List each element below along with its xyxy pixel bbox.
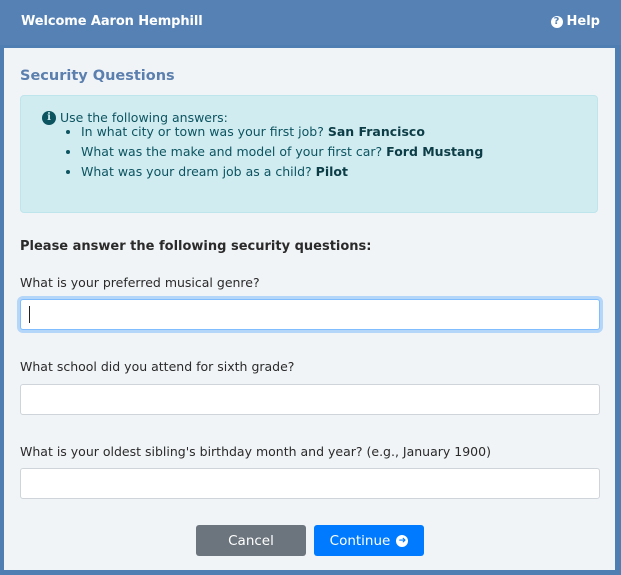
list-item: In what city or town was your first job?… (81, 122, 483, 142)
question-label-1: What is your preferred musical genre? (20, 275, 260, 290)
form-prompt: Please answer the following security que… (20, 239, 372, 254)
question-label-2: What school did you attend for sixth gra… (20, 359, 295, 374)
welcome-title: Welcome Aaron Hemphill (21, 14, 203, 29)
info-circle-icon: i (42, 110, 56, 125)
section-title: Security Questions (20, 68, 175, 84)
cancel-label: Cancel (228, 532, 274, 549)
answer-list: In what city or town was your first job?… (65, 122, 483, 182)
dialog-frame: Welcome Aaron Hemphill ? Help Security Q… (0, 0, 621, 575)
help-label: Help (566, 14, 600, 29)
answer-input-3[interactable] (20, 468, 600, 499)
help-link[interactable]: ? Help (550, 14, 600, 29)
continue-button[interactable]: Continue ➜ (314, 525, 424, 556)
answer-input-1[interactable] (20, 299, 600, 330)
info-alert: i Use the following answers: In what cit… (20, 95, 598, 213)
answer-input-2[interactable] (20, 384, 600, 415)
dialog-body: Security Questions i Use the following a… (4, 48, 615, 570)
hint-question: In what city or town was your first job? (81, 124, 324, 139)
hint-answer: Ford Mustang (386, 144, 484, 159)
dialog-header: Welcome Aaron Hemphill ? Help (0, 0, 621, 45)
question-circle-icon: ? (550, 15, 563, 28)
hint-question: What was the make and model of your firs… (81, 144, 383, 159)
list-item: What was the make and model of your firs… (81, 142, 483, 162)
text-caret (29, 306, 30, 323)
arrow-circle-right-icon: ➜ (396, 534, 409, 547)
hint-question: What was your dream job as a child? (81, 164, 312, 179)
hint-answer: Pilot (315, 164, 348, 179)
hint-answer: San Francisco (327, 124, 425, 139)
list-item: What was your dream job as a child? Pilo… (81, 162, 483, 182)
continue-label: Continue (329, 532, 391, 549)
cancel-button[interactable]: Cancel (196, 525, 306, 556)
question-label-3: What is your oldest sibling's birthday m… (20, 444, 491, 459)
